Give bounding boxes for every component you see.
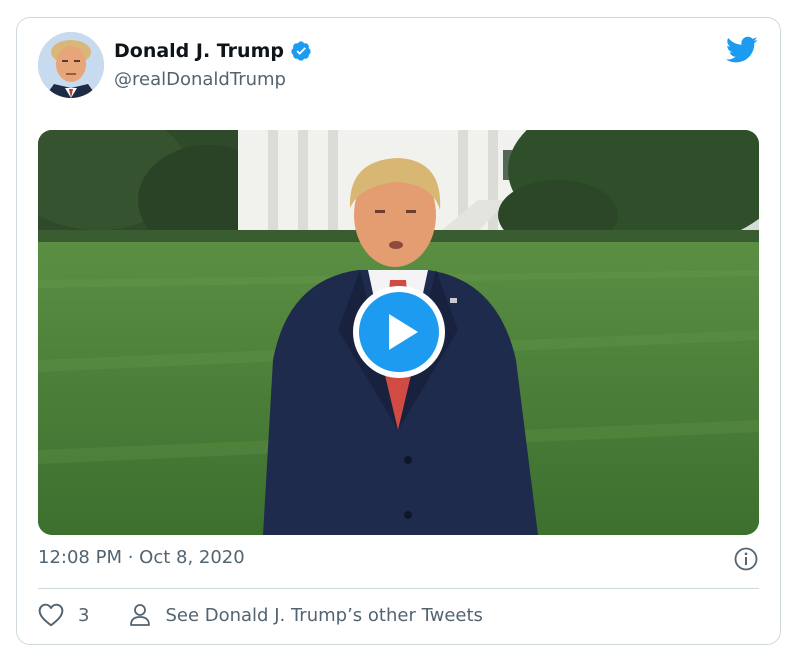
tweet-card[interactable]: Donald J. Trump @realDonaldTrump 12:08 P… bbox=[16, 17, 781, 645]
author-name-row[interactable]: Donald J. Trump bbox=[114, 40, 312, 62]
twitter-bird-icon[interactable] bbox=[726, 36, 758, 64]
tweet-timestamp[interactable]: 12:08 PM · Oct 8, 2020 bbox=[38, 547, 245, 568]
verified-badge-icon bbox=[291, 41, 311, 61]
avatar[interactable] bbox=[38, 32, 104, 98]
play-button[interactable] bbox=[353, 286, 445, 378]
play-icon[interactable] bbox=[359, 292, 439, 372]
person-icon bbox=[130, 604, 151, 626]
see-other-tweets-label[interactable]: See Donald J. Trump’s other Tweets bbox=[165, 605, 482, 626]
tweet-actions: 3 See Donald J. Trump’s other Tweets bbox=[38, 603, 483, 627]
see-other-tweets-link[interactable]: See Donald J. Trump’s other Tweets bbox=[129, 603, 483, 627]
info-icon[interactable] bbox=[734, 547, 758, 571]
like-button[interactable]: 3 bbox=[38, 603, 89, 627]
author-display-name[interactable]: Donald J. Trump bbox=[114, 40, 284, 62]
like-count: 3 bbox=[78, 604, 90, 626]
author-handle[interactable]: @realDonaldTrump bbox=[114, 69, 286, 90]
divider bbox=[38, 588, 759, 589]
tweet-video[interactable] bbox=[38, 130, 759, 535]
heart-icon bbox=[38, 603, 64, 627]
